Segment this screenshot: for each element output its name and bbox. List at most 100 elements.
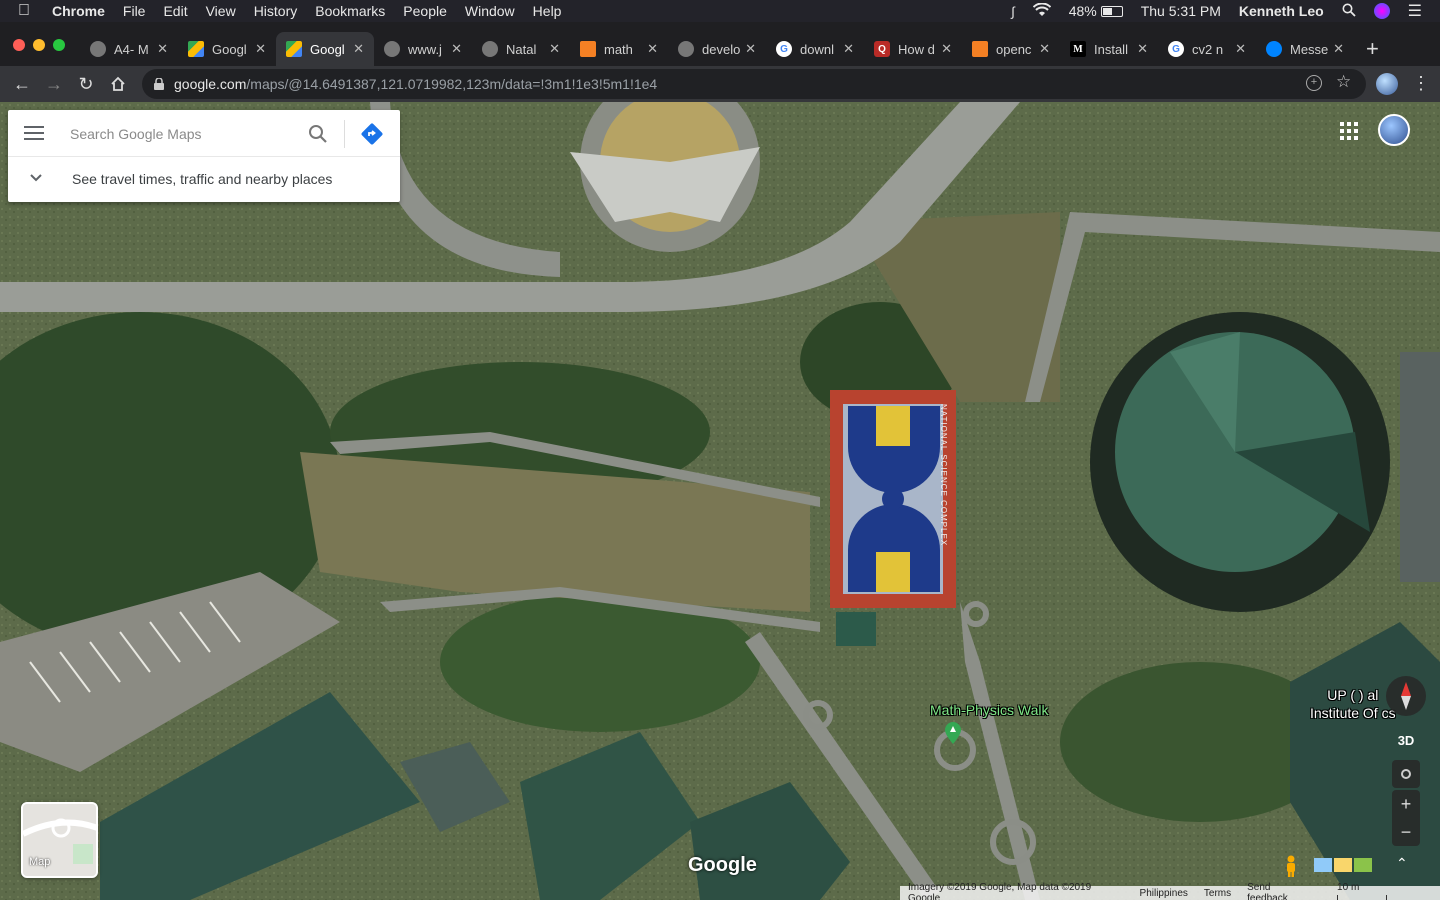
menu-app-chrome[interactable]: Chrome <box>52 3 105 19</box>
tab-natal[interactable]: Natal ✕ <box>472 32 570 66</box>
close-tab-icon[interactable]: ✕ <box>157 41 168 57</box>
menu-clock[interactable]: Thu 5:31 PM <box>1141 3 1221 19</box>
close-tab-icon[interactable]: ✕ <box>1235 41 1246 57</box>
menu-people[interactable]: People <box>403 3 447 19</box>
install-icon[interactable]: + <box>1306 75 1322 91</box>
messenger-icon <box>1266 41 1282 57</box>
new-tab-button[interactable]: + <box>1366 36 1379 62</box>
spotlight-icon[interactable] <box>1342 3 1356 20</box>
tab-download[interactable]: G downl ✕ <box>766 32 864 66</box>
poi-up-institute[interactable]: UP ( ) al Institute Of cs <box>1310 686 1396 722</box>
close-tab-icon[interactable]: ✕ <box>255 41 266 57</box>
menu-file[interactable]: File <box>123 3 146 19</box>
directions-icon[interactable] <box>360 122 384 146</box>
park-pin-icon[interactable] <box>944 722 962 744</box>
tab-math[interactable]: math ✕ <box>570 32 668 66</box>
tab-opencv[interactable]: openc ✕ <box>962 32 1060 66</box>
wifi-icon[interactable] <box>1032 2 1051 20</box>
menu-user[interactable]: Kenneth Leo <box>1239 3 1324 19</box>
menu-bookmarks[interactable]: Bookmarks <box>315 3 385 19</box>
google-apps-icon[interactable] <box>1340 122 1360 142</box>
close-tab-icon[interactable]: ✕ <box>1039 41 1050 57</box>
chevron-up-icon[interactable]: ⌃ <box>1396 855 1408 872</box>
tab-label: Install <box>1094 41 1128 57</box>
close-tab-icon[interactable]: ✕ <box>353 41 364 57</box>
profile-avatar[interactable] <box>1376 73 1398 95</box>
close-tab-icon[interactable]: ✕ <box>941 41 952 57</box>
battery-icon[interactable] <box>1100 5 1123 17</box>
satellite-map[interactable]: See travel times, traffic and nearby pla… <box>0 102 1440 900</box>
macos-menu-bar:  Chrome File Edit View History Bookmark… <box>0 0 1440 22</box>
imagery-thumbnails[interactable] <box>1314 858 1376 872</box>
close-tab-icon[interactable]: ✕ <box>451 41 462 57</box>
court-painted-text: NATIONAL SCIENCE COMPLEX <box>939 404 948 547</box>
tab-label: Natal <box>506 41 537 57</box>
tab-label: www.j <box>408 41 442 57</box>
tab-google-maps-active[interactable]: Googl ✕ <box>276 32 374 66</box>
compass-icon[interactable] <box>1386 676 1426 716</box>
imagery-thumb[interactable] <box>1354 858 1372 872</box>
menu-window[interactable]: Window <box>465 3 515 19</box>
imagery-thumb[interactable] <box>1314 858 1332 872</box>
tab-a4[interactable]: A4- M ✕ <box>80 32 178 66</box>
minimize-window-button[interactable] <box>33 39 45 51</box>
pegman-icon[interactable] <box>1284 855 1298 877</box>
apple-icon[interactable]:  <box>18 2 38 20</box>
bluetooth-icon[interactable]: ∫ <box>1011 4 1015 19</box>
zoom-controls: + − <box>1392 790 1420 846</box>
tab-label: downl <box>800 41 834 57</box>
forward-icon[interactable]: → <box>42 72 66 96</box>
close-tab-icon[interactable]: ✕ <box>843 41 854 57</box>
search-icon[interactable] <box>308 124 328 144</box>
tilt-3d-button[interactable]: 3D <box>1392 730 1420 752</box>
close-tab-icon[interactable]: ✕ <box>647 41 658 57</box>
menu-help[interactable]: Help <box>533 3 562 19</box>
scale-bar[interactable]: 10 m <box>1329 882 1432 900</box>
bookmark-star-icon[interactable]: ☆ <box>1336 72 1351 92</box>
send-feedback-link[interactable]: Send feedback <box>1247 882 1313 900</box>
search-input[interactable] <box>70 122 300 146</box>
back-icon[interactable]: ← <box>10 72 34 96</box>
tab-install[interactable]: M Install ✕ <box>1060 32 1158 66</box>
zoom-in-button[interactable]: + <box>1392 790 1420 818</box>
close-tab-icon[interactable]: ✕ <box>1333 41 1344 57</box>
menu-view[interactable]: View <box>206 3 236 19</box>
close-tab-icon[interactable]: ✕ <box>745 41 756 57</box>
tab-label: Messe <box>1290 41 1329 57</box>
close-tab-icon[interactable]: ✕ <box>549 41 560 57</box>
hamburger-menu-icon[interactable] <box>24 126 48 142</box>
tab-label: A4- M <box>114 41 149 57</box>
lock-icon[interactable] <box>154 77 164 90</box>
my-location-button[interactable] <box>1392 760 1420 788</box>
layer-switcher[interactable]: Map <box>21 802 98 878</box>
siri-icon[interactable] <box>1373 3 1390 19</box>
tab-www[interactable]: www.j ✕ <box>374 32 472 66</box>
tab-quora[interactable]: Q How d ✕ <box>864 32 962 66</box>
chevron-down-icon[interactable] <box>28 170 44 186</box>
tab-cv2[interactable]: G cv2 n ✕ <box>1158 32 1256 66</box>
satellite-imagery <box>0 102 1440 900</box>
menu-history[interactable]: History <box>254 3 298 19</box>
address-bar[interactable]: google.com/maps/@14.6491387,121.0719982,… <box>142 69 1366 99</box>
tab-label: develo <box>702 41 741 57</box>
zoom-out-button[interactable]: − <box>1392 818 1420 846</box>
close-window-button[interactable] <box>13 39 25 51</box>
zoom-window-button[interactable] <box>53 39 65 51</box>
account-avatar[interactable] <box>1378 114 1410 146</box>
close-tab-icon[interactable]: ✕ <box>1137 41 1148 57</box>
reload-icon[interactable]: ↻ <box>74 72 98 96</box>
travel-times-prompt[interactable]: See travel times, traffic and nearby pla… <box>72 171 332 187</box>
globe-icon <box>90 41 106 57</box>
home-icon[interactable] <box>106 72 130 96</box>
tab-messenger[interactable]: Messe ✕ <box>1256 32 1354 66</box>
terms-link[interactable]: Terms <box>1204 888 1231 899</box>
imagery-thumb[interactable] <box>1334 858 1352 872</box>
poi-math-physics-walk[interactable]: Math-Physics Walk <box>930 702 1049 718</box>
region-link[interactable]: Philippines <box>1140 888 1188 899</box>
menu-edit[interactable]: Edit <box>163 3 187 19</box>
tab-google-maps-1[interactable]: Googl ✕ <box>178 32 276 66</box>
layer-label: Map <box>29 856 51 868</box>
tab-develo[interactable]: develo ✕ <box>668 32 766 66</box>
more-menu-icon[interactable]: ⋮ <box>1412 72 1430 94</box>
notification-center-icon[interactable]: ☰ <box>1408 1 1422 21</box>
